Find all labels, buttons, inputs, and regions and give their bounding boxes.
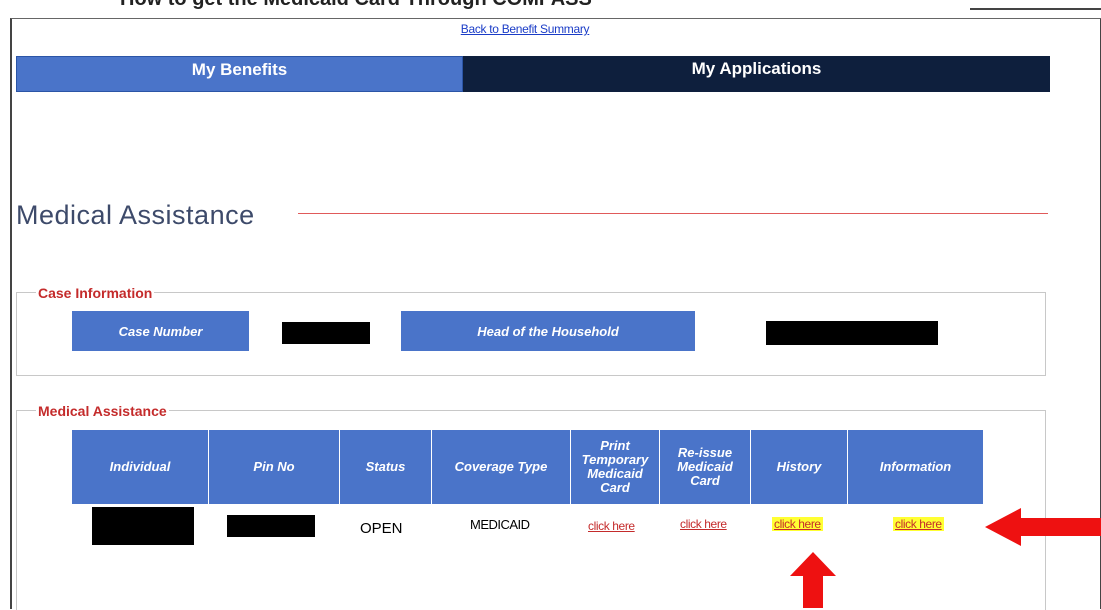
column-header-status: Status — [340, 430, 431, 504]
head-of-household-redacted — [766, 321, 938, 345]
column-header-coverage-type: Coverage Type — [432, 430, 570, 504]
page-title: Medical Assistance — [16, 200, 255, 230]
tab-my-benefits[interactable]: My Benefits — [16, 56, 463, 92]
reissue-card-link[interactable]: click here — [680, 517, 727, 531]
column-header-individual: Individual — [72, 430, 208, 504]
column-header-information: Information — [848, 430, 983, 504]
column-header-reissue-card: Re-issue Medicaid Card — [660, 430, 750, 504]
annotation-arrow-up-icon — [790, 552, 836, 608]
back-to-benefit-summary-link[interactable]: Back to Benefit Summary — [0, 22, 1050, 36]
tab-bar: My Benefits My Applications — [16, 56, 1050, 92]
information-link[interactable]: click here — [893, 517, 944, 531]
tab-my-applications[interactable]: My Applications — [463, 56, 1050, 92]
column-header-print-temporary-card: Print Temporary Medicaid Card — [571, 430, 659, 504]
print-temporary-card-link[interactable]: click here — [588, 519, 635, 533]
pin-no-redacted — [227, 515, 315, 537]
individual-redacted — [92, 507, 194, 545]
top-rule — [970, 8, 1101, 10]
document-title: How to get the Medicaid Card Through COM… — [120, 0, 592, 11]
head-of-household-label: Head of the Household — [401, 311, 695, 351]
medical-assistance-legend: Medical Assistance — [36, 403, 169, 419]
case-information-legend: Case Information — [36, 285, 155, 301]
medical-assistance-table: Individual Pin No Status Coverage Type P… — [71, 429, 984, 505]
annotation-arrow-left-icon — [985, 508, 1101, 546]
history-link[interactable]: click here — [772, 517, 823, 531]
column-header-history: History — [751, 430, 847, 504]
title-divider — [298, 213, 1048, 214]
case-number-redacted — [282, 322, 370, 344]
table-header-row: Individual Pin No Status Coverage Type P… — [72, 430, 983, 504]
case-number-label: Case Number — [72, 311, 249, 351]
coverage-type-value: MEDICAID — [470, 517, 530, 532]
status-value: OPEN — [360, 520, 403, 537]
column-header-pin-no: Pin No — [209, 430, 339, 504]
